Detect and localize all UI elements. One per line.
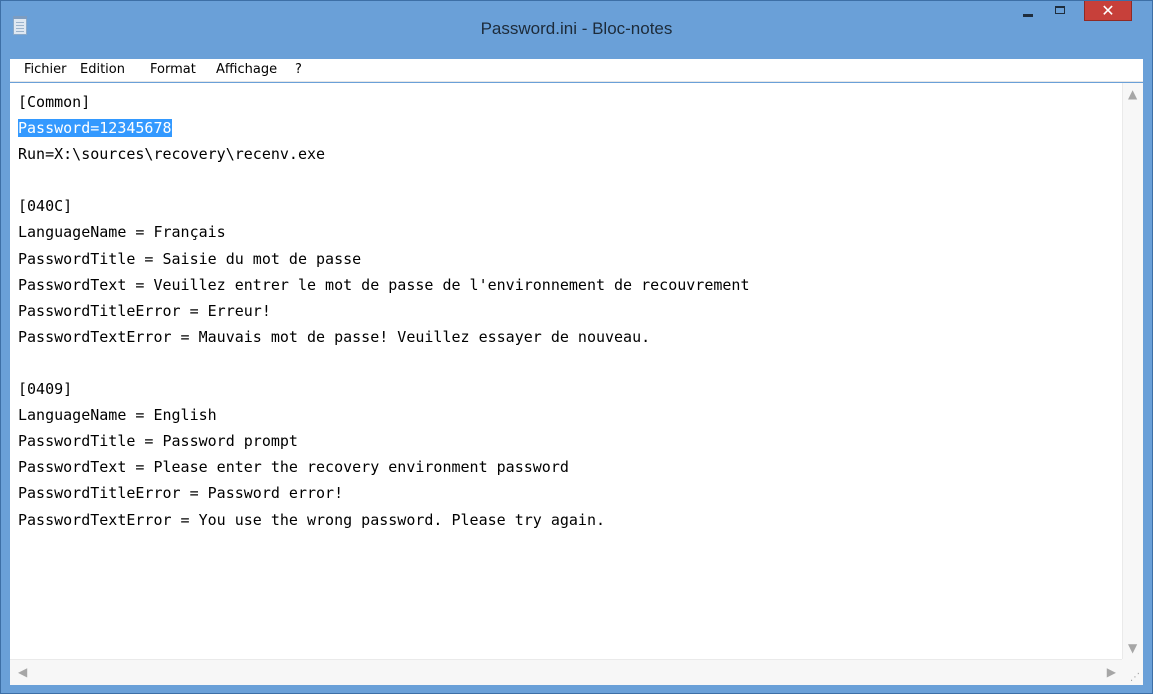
text-line[interactable]: PasswordTextError = Mauvais mot de passe… (18, 324, 1122, 350)
line-text: PasswordTitleError = Erreur! (18, 301, 271, 320)
document-text[interactable]: [Common] Password=12345678 Run=X:\sources\… (18, 89, 1122, 533)
title-bar[interactable]: Password.ini - Bloc-notes ✕ (1, 1, 1152, 61)
text-line[interactable]: [040C] (18, 193, 1122, 219)
close-icon: ✕ (1101, 1, 1115, 20)
resize-grip[interactable]: ⋰ (1122, 659, 1143, 685)
text-line[interactable]: PasswordText = Please enter the recovery… (18, 454, 1122, 480)
line-text: [Common] (18, 93, 91, 111)
line-text: PasswordTextError = You use the wrong pa… (18, 510, 605, 529)
menu-bar: Fichier Edition Format Affichage ? (10, 59, 1143, 82)
line-text: PasswordText = Please enter the recovery… (18, 458, 569, 477)
text-line[interactable]: PasswordTextError = You use the wrong pa… (18, 507, 1122, 533)
close-button[interactable]: ✕ (1084, 1, 1132, 21)
text-line[interactable]: PasswordTitleError = Erreur! (18, 298, 1122, 324)
text-line[interactable]: PasswordTitleError = Password error! (18, 480, 1122, 506)
line-text: PasswordText = Veuillez entrer le mot de… (18, 275, 750, 294)
line-text: PasswordTitle = Password prompt (18, 432, 298, 451)
window-title: Password.ini - Bloc-notes (480, 19, 673, 38)
text-line[interactable]: [0409] (18, 376, 1122, 402)
line-text: Run=X:\sources\recovery\recenv.exe (18, 145, 326, 164)
horizontal-scrollbar[interactable]: ◀ ▶ (10, 659, 1122, 685)
menu-help[interactable]: ? (295, 62, 302, 77)
text-line[interactable]: PasswordText = Veuillez entrer le mot de… (18, 272, 1122, 298)
resize-grip-icon: ⋰ (1130, 672, 1140, 683)
text-line[interactable]: LanguageName = English (18, 402, 1122, 428)
scroll-up-arrow-icon[interactable]: ▲ (1128, 87, 1137, 101)
line-text: LanguageName = Français (18, 223, 226, 242)
line-text: [040C] (18, 197, 73, 216)
line-text: PasswordTitle = Saisie du mot de passe (18, 249, 362, 268)
menu-format[interactable]: Format (150, 62, 196, 77)
vertical-scrollbar[interactable]: ▲ ▼ (1122, 83, 1143, 659)
text-line[interactable]: [Common] (18, 89, 1122, 115)
text-line[interactable]: PasswordTitle = Password prompt (18, 428, 1122, 454)
menu-edition[interactable]: Edition (80, 62, 125, 77)
maximize-button[interactable] (1048, 1, 1074, 21)
line-text: PasswordTitleError = Password error! (18, 484, 344, 503)
text-line[interactable]: LanguageName = Français (18, 219, 1122, 245)
line-text: [0409] (18, 380, 73, 399)
minimize-button[interactable] (1015, 1, 1041, 21)
scroll-left-arrow-icon[interactable]: ◀ (18, 665, 27, 679)
text-editor[interactable]: [Common] Password=12345678 Run=X:\sources\… (10, 83, 1122, 659)
text-line[interactable]: Password=12345678 (18, 115, 1122, 141)
text-line[interactable] (18, 167, 1122, 193)
line-text: LanguageName = English (18, 406, 217, 425)
line-text: PasswordTextError = Mauvais mot de passe… (18, 327, 651, 346)
text-line[interactable]: Run=X:\sources\recovery\recenv.exe (18, 141, 1122, 167)
selected-text: Password=12345678 (18, 119, 172, 138)
menu-affichage[interactable]: Affichage (216, 62, 277, 77)
text-line[interactable]: PasswordTitle = Saisie du mot de passe (18, 246, 1122, 272)
notepad-window: Password.ini - Bloc-notes ✕ Fichier Edit… (0, 0, 1153, 694)
scroll-down-arrow-icon[interactable]: ▼ (1128, 641, 1137, 655)
menu-fichier[interactable]: Fichier (24, 62, 67, 77)
text-line[interactable] (18, 350, 1122, 376)
scroll-right-arrow-icon[interactable]: ▶ (1107, 665, 1116, 679)
